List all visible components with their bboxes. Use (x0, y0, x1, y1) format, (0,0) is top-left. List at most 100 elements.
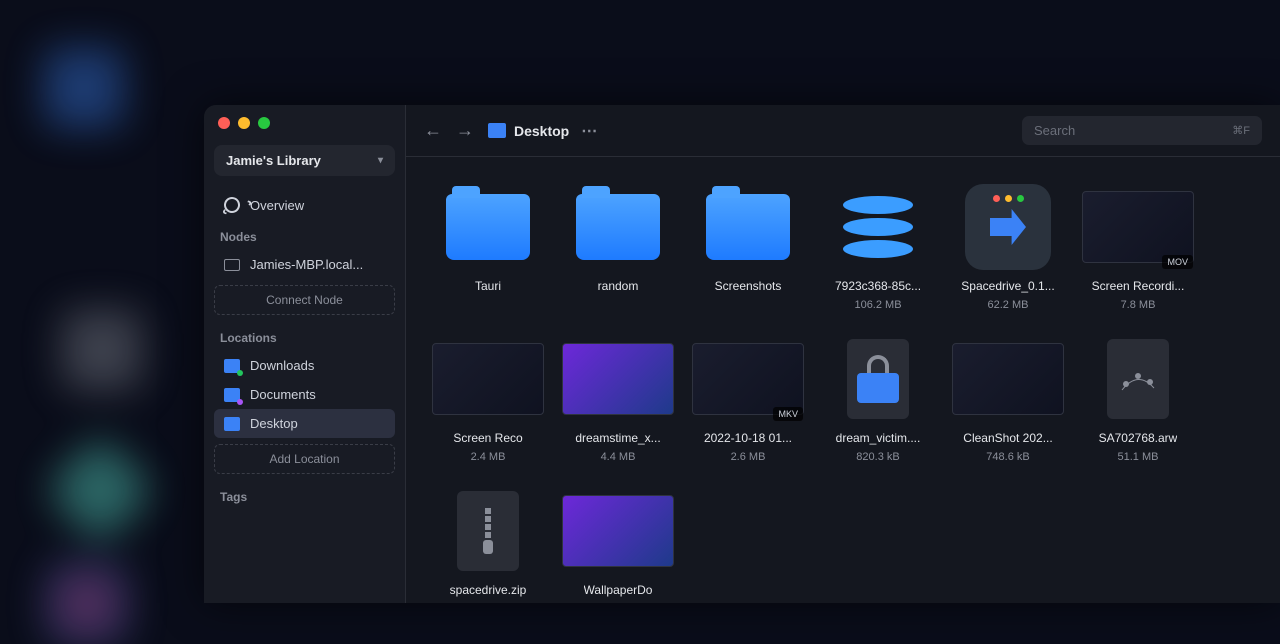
video-thumbnail (1082, 191, 1194, 263)
breadcrumb[interactable]: Desktop ⋯ (488, 121, 597, 141)
item-name: 7923c368-85c... (835, 279, 921, 293)
breadcrumb-label: Desktop (514, 123, 569, 139)
section-locations: Locations (214, 321, 395, 351)
item-thumbnail (949, 181, 1067, 273)
more-icon[interactable]: ⋯ (581, 121, 597, 141)
add-location-button[interactable]: Add Location (214, 444, 395, 474)
item-thumbnail (559, 181, 677, 273)
item-name: spacedrive.zip (450, 583, 527, 597)
database-icon (843, 196, 913, 258)
item-thumbnail: MOV (1079, 181, 1197, 273)
format-badge: MKV (773, 407, 803, 421)
item-name: dreamstime_x... (575, 431, 660, 445)
sidebar-item-label: Overview (250, 198, 304, 213)
video-thumbnail (432, 343, 544, 415)
location-label: Downloads (250, 358, 314, 373)
item-thumbnail (559, 485, 677, 577)
item-size: 2.4 MB (471, 451, 506, 463)
folder-icon (224, 359, 240, 373)
grid-item[interactable]: CleanShot 202... 748.6 kB (944, 333, 1072, 463)
folder-icon (224, 388, 240, 402)
image-thumbnail (562, 343, 674, 415)
planet-icon (222, 195, 243, 216)
search-box[interactable]: ⌘F (1022, 116, 1262, 145)
encrypted-file-icon (847, 339, 909, 419)
raw-file-icon (1107, 339, 1169, 419)
grid-item[interactable]: Tauri (424, 181, 552, 311)
sidebar-node[interactable]: Jamies-MBP.local... (214, 250, 395, 279)
grid-item[interactable]: Screen Reco2.4 MB (424, 333, 552, 463)
nav-back-button[interactable]: ← (424, 120, 442, 141)
item-thumbnail (819, 181, 937, 273)
item-thumbnail (819, 333, 937, 425)
sidebar: Jamie's Library ▾ Overview Nodes Jamies-… (204, 105, 406, 603)
grid-item[interactable]: Screenshots (684, 181, 812, 311)
grid-item[interactable]: Spacedrive_0.1...62.2 MB (944, 181, 1072, 311)
folder-icon (446, 194, 530, 260)
nav-forward-button[interactable]: → (456, 120, 474, 141)
node-name: Jamies-MBP.local... (250, 257, 363, 272)
file-grid-container: Tauri random Screenshots 7923c368-85c... 106… (406, 157, 1280, 603)
sidebar-location-documents[interactable]: Documents (214, 380, 395, 409)
library-selector[interactable]: Jamie's Library ▾ (214, 145, 395, 176)
maximize-icon[interactable] (258, 117, 270, 129)
item-thumbnail (559, 333, 677, 425)
location-label: Desktop (250, 416, 298, 431)
sidebar-location-downloads[interactable]: Downloads (214, 351, 395, 380)
sidebar-location-desktop[interactable]: Desktop (214, 409, 395, 438)
item-size: 4.4 MB (601, 451, 636, 463)
chevron-down-icon: ▾ (378, 155, 383, 166)
item-thumbnail: MKV (689, 333, 807, 425)
item-size: 7.8 MB (1121, 299, 1156, 311)
item-name: Spacedrive_0.1... (961, 279, 1054, 293)
item-name: dream_victim.... (836, 431, 921, 445)
window-controls[interactable] (214, 117, 395, 129)
file-grid: Tauri random Screenshots 7923c368-85c... 106… (424, 181, 1262, 603)
item-name: random (598, 279, 639, 293)
image-thumbnail (562, 495, 674, 567)
grid-item[interactable]: 7923c368-85c... 106.2 MB (814, 181, 942, 311)
folder-icon (488, 123, 506, 138)
laptop-icon (224, 259, 240, 271)
search-shortcut: ⌘F (1232, 124, 1250, 137)
grid-item[interactable]: dreamstime_x... 4.4 MB (554, 333, 682, 463)
grid-item[interactable]: MKV 2022-10-18 01... 2.6 MB (684, 333, 812, 463)
item-name: Screen Recordi... (1092, 279, 1185, 293)
app-icon (965, 184, 1051, 270)
item-thumbnail (949, 333, 1067, 425)
main-area: ← → Desktop ⋯ ⌘F Tauri random Screenshots 7… (406, 105, 1280, 603)
grid-item[interactable]: MOV Screen Recordi... 7.8 MB (1074, 181, 1202, 311)
folder-icon (706, 194, 790, 260)
toolbar: ← → Desktop ⋯ ⌘F (406, 105, 1280, 157)
folder-icon (576, 194, 660, 260)
item-name: Tauri (475, 279, 501, 293)
item-size: 820.3 kB (856, 451, 899, 463)
app-window: Jamie's Library ▾ Overview Nodes Jamies-… (204, 105, 1280, 603)
item-size: 2.6 MB (731, 451, 766, 463)
item-name: SA702768.arw (1099, 431, 1178, 445)
grid-item[interactable]: dream_victim.... 820.3 kB (814, 333, 942, 463)
connect-node-button[interactable]: Connect Node (214, 285, 395, 315)
grid-item[interactable]: SA702768.arw51.1 MB (1074, 333, 1202, 463)
item-size: 748.6 kB (986, 451, 1029, 463)
section-nodes: Nodes (214, 220, 395, 250)
item-name: Screenshots (715, 279, 782, 293)
grid-item[interactable]: WallpaperDo1.2 MB (554, 485, 682, 603)
library-name: Jamie's Library (226, 153, 321, 168)
item-thumbnail (429, 181, 547, 273)
folder-icon (224, 417, 240, 431)
item-thumbnail (429, 485, 547, 577)
sidebar-item-overview[interactable]: Overview (214, 190, 395, 220)
grid-item[interactable]: spacedrive.zip623 B (424, 485, 552, 603)
item-thumbnail (689, 181, 807, 273)
minimize-icon[interactable] (238, 117, 250, 129)
item-name: CleanShot 202... (963, 431, 1052, 445)
grid-item[interactable]: random (554, 181, 682, 311)
item-size: 106.2 MB (854, 299, 901, 311)
search-input[interactable] (1034, 123, 1222, 138)
close-icon[interactable] (218, 117, 230, 129)
video-thumbnail (692, 343, 804, 415)
section-tags: Tags (214, 480, 395, 510)
zip-file-icon (457, 491, 519, 571)
item-name: 2022-10-18 01... (704, 431, 792, 445)
